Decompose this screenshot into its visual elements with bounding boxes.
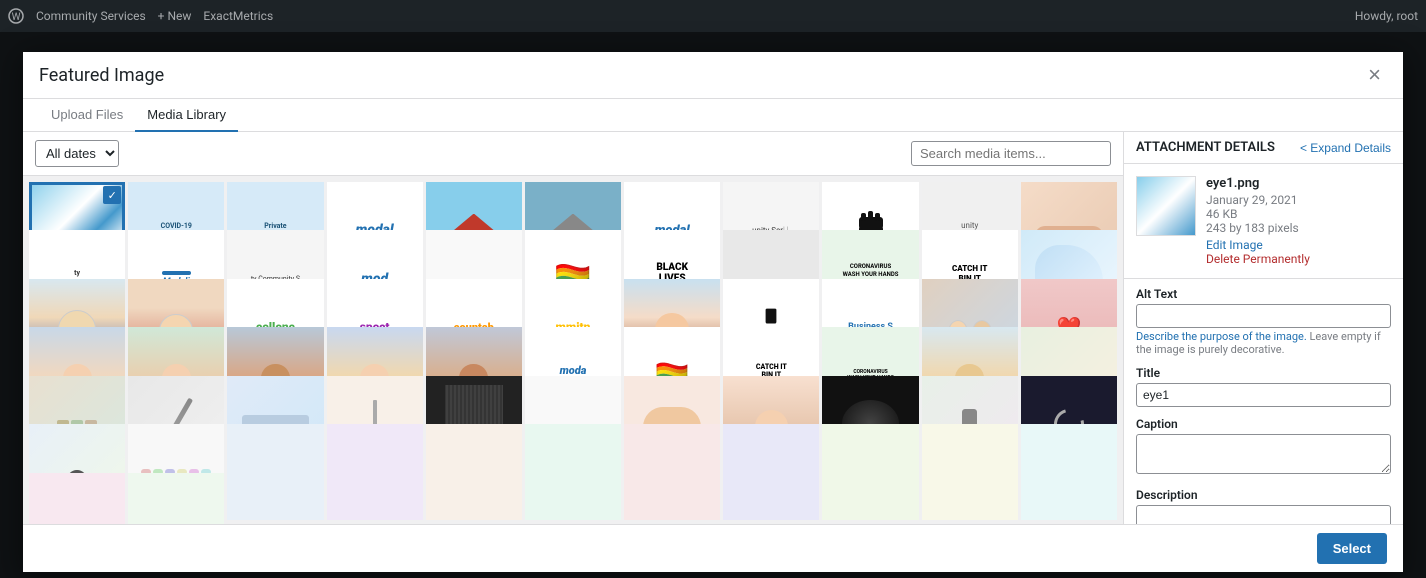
wp-logo[interactable]: W [8,8,24,24]
caption-input[interactable] [1136,434,1391,474]
media-item[interactable] [624,424,720,520]
tab-media-library[interactable]: Media Library [135,99,238,132]
thumb-row6-1 [227,424,323,520]
alt-text-hint: Describe the purpose of the image. Leave… [1136,330,1391,356]
edit-image-link[interactable]: Edit Image [1206,238,1310,252]
title-field: Title [1136,366,1391,407]
svg-text:W: W [12,12,21,23]
howdy: Howdy, root [1355,9,1418,23]
modal-footer: Select [23,524,1403,572]
media-item[interactable] [426,424,522,520]
thumb-row6-7 [822,424,918,520]
attachment-preview: eye1.png January 29, 2021 46 KB 243 by 1… [1124,164,1403,279]
featured-image-modal: Featured Image × Upload Files Media Libr… [23,52,1403,572]
date-filter[interactable]: All dates [35,140,119,167]
media-item[interactable] [723,424,819,520]
media-item[interactable] [327,424,423,520]
description-input[interactable] [1136,505,1391,524]
exactmetrics[interactable]: ExactMetrics [203,9,273,23]
caption-label: Caption [1136,417,1391,431]
media-item[interactable] [1021,424,1117,520]
media-panel: All dates ✓ COVID-19Screening [23,132,1123,524]
modal-overlay: Featured Image × Upload Files Media Libr… [0,32,1426,578]
modal-body: All dates ✓ COVID-19Screening [23,132,1403,524]
alt-text-hint-link[interactable]: Describe the purpose of the image. [1136,330,1307,343]
tab-upload[interactable]: Upload Files [39,99,135,132]
media-item[interactable] [128,473,224,524]
close-button[interactable]: × [1362,62,1387,88]
thumb-row6-5 [624,424,720,520]
thumb-row6-2 [327,424,423,520]
thumb-row6-9 [1021,424,1117,520]
expand-details-button[interactable]: < Expand Details [1300,141,1391,155]
media-item[interactable] [525,424,621,520]
alt-text-label: Alt Text [1136,287,1391,301]
delete-permanently-link[interactable]: Delete Permanently [1206,252,1310,266]
attachment-date: January 29, 2021 [1206,193,1310,207]
caption-field: Caption [1136,417,1391,478]
media-grid: ✓ COVID-19Screening PrivateScreening [23,176,1123,524]
modal-header: Featured Image × [23,52,1403,99]
title-label: Title [1136,366,1391,380]
attachment-details-header: ATTACHMENT DETAILS < Expand Details [1124,132,1403,164]
description-field: Description [1136,488,1391,524]
alt-text-field: Alt Text Describe the purpose of the ima… [1136,287,1391,356]
alt-text-input[interactable] [1136,304,1391,328]
thumb-row6-3 [426,424,522,520]
attachment-info: eye1.png January 29, 2021 46 KB 243 by 1… [1206,176,1310,266]
attachment-filesize: 46 KB [1206,207,1310,221]
attachment-fields: Alt Text Describe the purpose of the ima… [1124,279,1403,524]
media-item[interactable] [227,424,323,520]
thumb-row6-10 [29,473,125,524]
admin-bar: W Community Services + New ExactMetrics … [0,0,1426,32]
thumb-row6-6 [723,424,819,520]
select-button[interactable]: Select [1317,533,1387,564]
attachment-dimensions: 243 by 183 pixels [1206,221,1310,235]
description-label: Description [1136,488,1391,502]
thumb-row6-8 [922,424,1018,520]
attachment-filename: eye1.png [1206,176,1310,191]
attachment-thumbnail [1136,176,1196,236]
selected-check: ✓ [103,186,121,204]
title-input[interactable] [1136,383,1391,407]
attachment-panel: ATTACHMENT DETAILS < Expand Details eye1… [1123,132,1403,524]
modal-tabs: Upload Files Media Library [23,99,1403,132]
new-button[interactable]: + New [158,9,192,23]
media-item[interactable] [922,424,1018,520]
thumb-row6-11 [128,473,224,524]
media-item[interactable] [29,473,125,524]
thumb-row6-4 [525,424,621,520]
media-item[interactable] [822,424,918,520]
media-toolbar: All dates [23,132,1123,176]
search-input[interactable] [911,141,1111,166]
modal-title: Featured Image [39,65,164,86]
site-name[interactable]: Community Services [36,9,146,23]
